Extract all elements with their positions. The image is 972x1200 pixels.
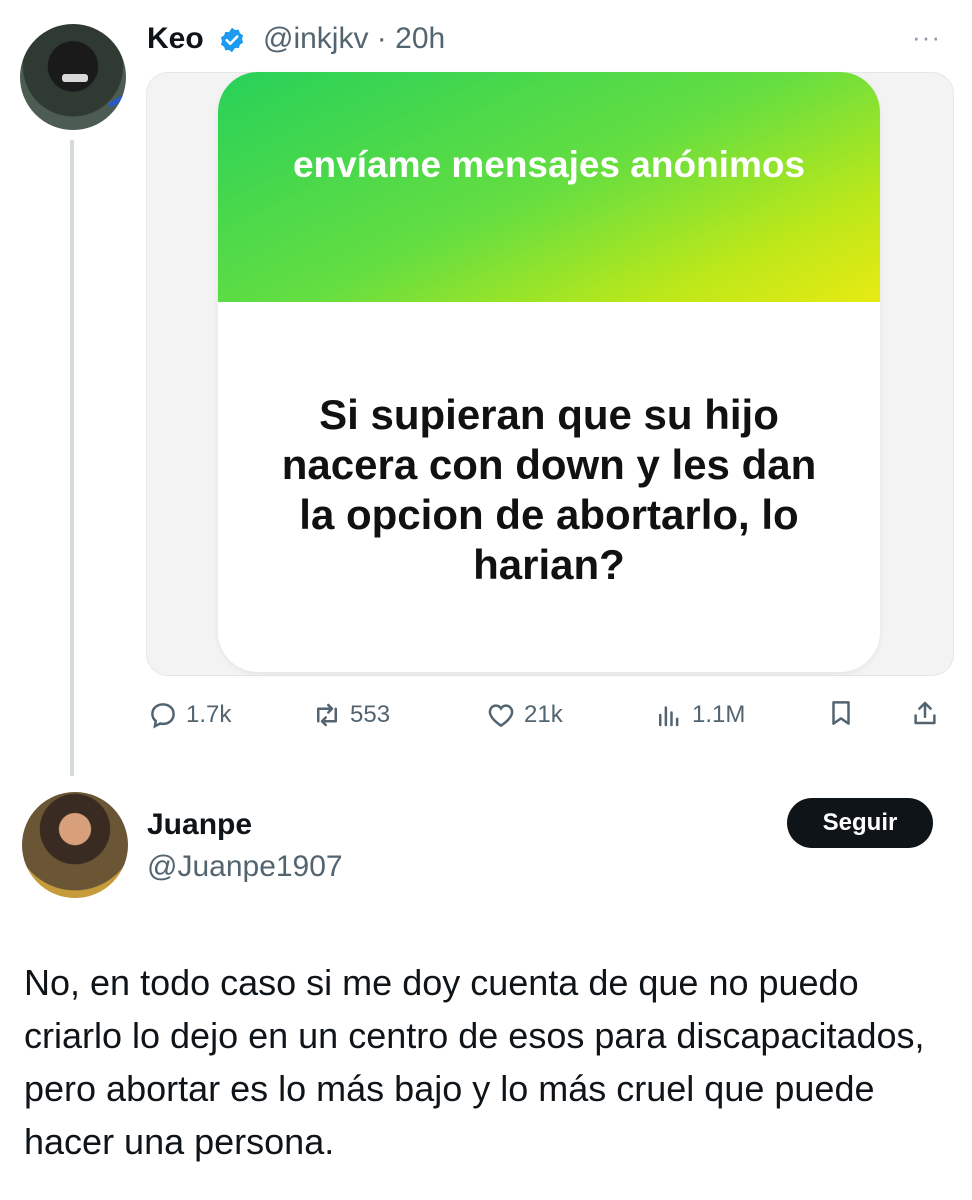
views-button[interactable]: 1.1M <box>654 700 745 730</box>
heart-icon <box>488 704 514 728</box>
card-header-text: envíame mensajes anónimos <box>292 144 806 185</box>
anonymous-question-card: envíame mensajes anónimos Si supieran qu… <box>218 72 880 672</box>
repost-button[interactable]: 553 <box>312 700 390 730</box>
avatar-detail <box>62 74 88 82</box>
keo-avatar[interactable] <box>20 24 126 130</box>
repost-count: 553 <box>350 701 391 728</box>
views-chart-icon <box>659 706 679 727</box>
more-options-icon[interactable]: ··· <box>912 22 941 53</box>
juanpe-avatar[interactable] <box>22 792 128 898</box>
author-name[interactable]: Keo <box>147 22 204 56</box>
bookmark-icon <box>832 701 850 725</box>
reply-icon <box>151 703 175 729</box>
follow-button[interactable]: Seguir <box>787 798 933 848</box>
card-question-text: Si supieran que su hijo nacera con down … <box>281 391 817 588</box>
avatar-detail <box>108 93 126 108</box>
like-count: 21k <box>524 701 563 728</box>
card-header: envíame mensajes anónimos <box>218 72 880 302</box>
repost-icon <box>317 703 337 727</box>
like-button[interactable]: 21k <box>486 700 563 730</box>
reply-author-handle[interactable]: @Juanpe1907 <box>147 850 343 884</box>
reply-count: 1.7k <box>186 701 232 728</box>
share-button[interactable] <box>910 698 948 728</box>
reply-author-name[interactable]: Juanpe <box>147 808 252 842</box>
reply-text: No, en todo caso si me doy cuenta de que… <box>24 962 925 1162</box>
thread-connector-line <box>70 140 74 776</box>
author-handle-timestamp[interactable]: @inkjkv · 20h <box>263 22 445 56</box>
verified-badge-icon <box>220 27 244 53</box>
share-icon <box>914 701 936 725</box>
bookmark-button[interactable] <box>826 698 864 728</box>
reply-button[interactable]: 1.7k <box>148 700 231 730</box>
views-count: 1.1M <box>692 701 746 728</box>
